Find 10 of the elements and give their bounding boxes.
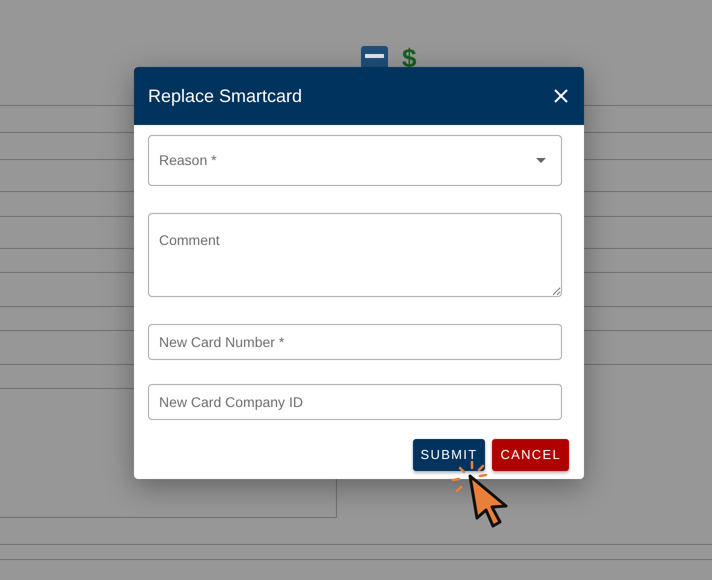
- input-field[interactable]: New Card Number *: [148, 324, 562, 360]
- cancel-button[interactable]: CANCEL: [492, 439, 569, 471]
- reason-dropdown[interactable]: Reason *: [148, 135, 562, 186]
- comment-field[interactable]: Comment: [148, 213, 562, 297]
- input-field[interactable]: New Card Company ID: [148, 384, 562, 420]
- submit-button[interactable]: SUBMIT: [412, 439, 486, 471]
- dollar-icon: $: [402, 46, 416, 70]
- dialog-title: Replace Smartcard: [148, 84, 302, 108]
- close-icon[interactable]: [554, 89, 568, 103]
- caret-icon[interactable]: [536, 158, 546, 163]
